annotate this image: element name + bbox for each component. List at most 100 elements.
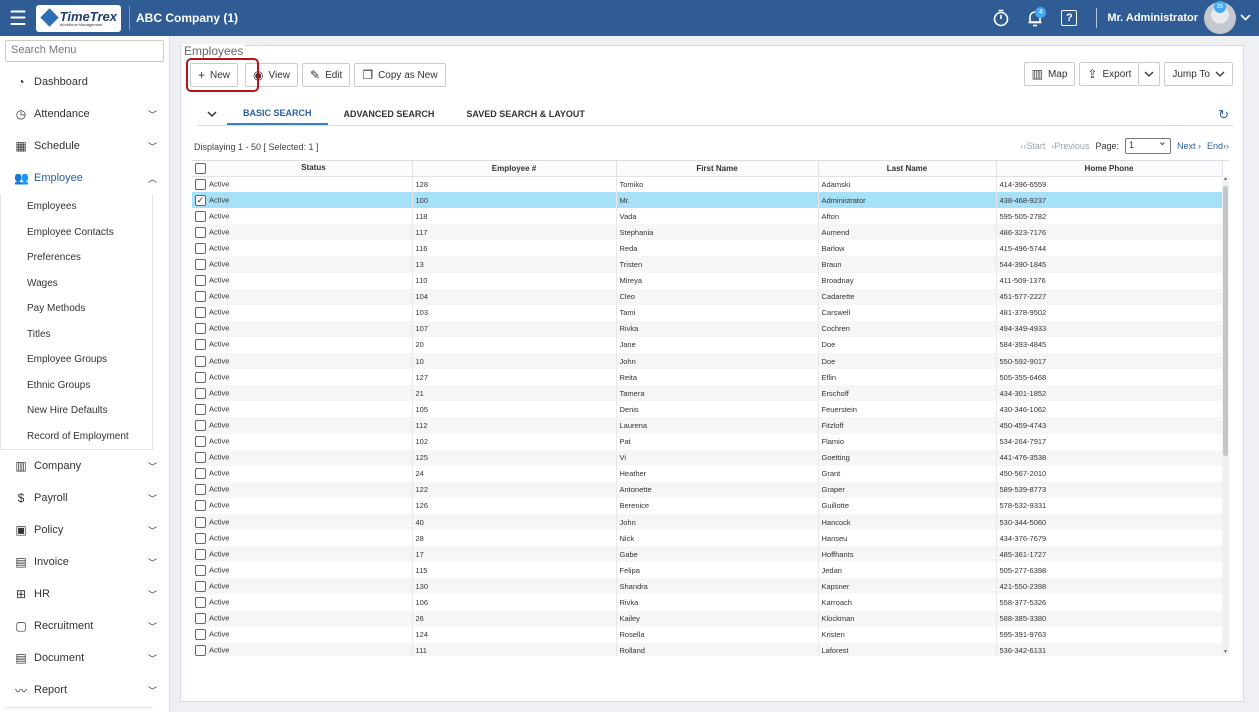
row-checkbox[interactable] [195, 307, 206, 319]
notification-bell-icon[interactable]: 4 [1018, 7, 1052, 27]
row-checkbox[interactable] [195, 339, 206, 351]
row-checkbox[interactable] [195, 371, 206, 383]
company-name[interactable]: ABC Company (1) [136, 11, 238, 25]
row-checkbox[interactable] [195, 452, 206, 464]
row-checkbox[interactable] [195, 275, 206, 287]
table-row[interactable]: Active 24 Heather Grant 450-567-2010 [192, 465, 1223, 482]
timer-icon[interactable] [984, 9, 1018, 27]
row-checkbox[interactable] [195, 613, 206, 625]
table-row[interactable]: Active 103 Tami Carswell 481-378-9502 [192, 304, 1223, 321]
tab-saved-search-layout[interactable]: SAVED SEARCH & LAYOUT [450, 103, 601, 125]
table-row[interactable]: Active 110 Mireya Broadnay 411-509-1376 [192, 272, 1223, 289]
table-row[interactable]: Active 117 Stephania Aumend 486-323-7176 [192, 224, 1223, 241]
scroll-up-icon[interactable]: ▲ [1222, 176, 1229, 182]
row-checkbox[interactable] [195, 178, 206, 190]
table-row[interactable]: Active 107 Rivka Cochren 494-349-4933 [192, 320, 1223, 337]
sidebar-subitem-employee-groups[interactable]: Employee Groups [1, 347, 152, 373]
table-row[interactable]: Active 122 Antonette Graper 589-539-8773 [192, 481, 1223, 498]
table-row[interactable]: Active 105 Denis Feuerstein 430-346-1062 [192, 401, 1223, 418]
row-checkbox[interactable] [195, 387, 206, 399]
row-checkbox[interactable] [195, 242, 206, 254]
sidebar-subitem-pay-methods[interactable]: Pay Methods [1, 296, 152, 322]
sidebar-subitem-record-of-employment[interactable]: Record of Employment [1, 424, 152, 450]
sidebar-subitem-wages[interactable]: Wages [1, 271, 152, 297]
avatar[interactable]: 35 [1204, 1, 1236, 34]
table-row[interactable]: Active 118 Vada Afton 595-505-2782 [192, 208, 1223, 225]
export-button[interactable]: ⇪ Export [1079, 62, 1139, 86]
column-header-first-name[interactable]: First Name [616, 161, 819, 177]
grid-scrollbar[interactable]: ▲ ▼ [1222, 176, 1229, 655]
sidebar-item-payroll[interactable]: $ Payroll ﹀ [0, 482, 169, 514]
table-row[interactable]: Active 20 Jane Doe 584-393-4845 [192, 336, 1223, 354]
sidebar-subitem-employee-contacts[interactable]: Employee Contacts [1, 220, 152, 246]
table-row[interactable]: Active 102 Pat Flamio 534-264-7917 [192, 433, 1223, 450]
sidebar-item-invoice[interactable]: ▤ Invoice ﹀ [0, 546, 169, 578]
row-checkbox[interactable]: ✓ [195, 194, 206, 206]
sidebar-subitem-preferences[interactable]: Preferences [1, 245, 152, 271]
table-row[interactable]: Active 126 Berenice Guillotte 578-532-9331 [192, 497, 1223, 514]
table-row[interactable]: Active 26 Kailey Klockman 588-385-3380 [192, 610, 1223, 627]
sidebar-item-employee[interactable]: 👥 Employee ︿ [0, 162, 169, 194]
sidebar-subitem-employees[interactable]: Employees [1, 194, 152, 220]
table-row[interactable]: Active 125 Vi Goetting 441-476-3538 [192, 449, 1223, 466]
edit-button[interactable]: ✎ Edit [302, 63, 351, 87]
table-row[interactable]: ✓ Active 100 Mr. Administrator 438-468-9237 [192, 192, 1223, 209]
next-link[interactable]: Next › [1177, 141, 1201, 151]
row-checkbox[interactable] [195, 548, 206, 560]
row-checkbox[interactable] [195, 629, 206, 641]
column-header-employee-number[interactable]: Employee # [412, 161, 617, 177]
sidebar-item-hr[interactable]: ⊞ HR ﹀ [0, 578, 169, 610]
sidebar-item-company[interactable]: ▥ Company ﹀ [0, 450, 169, 482]
row-checkbox[interactable] [195, 516, 206, 528]
sidebar-subitem-titles[interactable]: Titles [1, 322, 152, 348]
row-checkbox[interactable] [195, 226, 206, 238]
row-checkbox[interactable] [195, 500, 206, 512]
table-row[interactable]: Active 17 Gabe Hoffhants 485-361-1727 [192, 546, 1223, 563]
refresh-icon[interactable]: ↻ [1218, 107, 1229, 123]
row-checkbox[interactable] [195, 484, 206, 496]
table-row[interactable]: Active 130 Shandra Kapsner 421-550-2398 [192, 578, 1223, 595]
row-checkbox[interactable] [195, 355, 206, 367]
table-row[interactable]: Active 128 Tomiko Adamski 414-396-6559 [192, 176, 1223, 193]
table-row[interactable]: Active 124 Rosella Kristen 595-391-9763 [192, 626, 1223, 643]
export-dropdown-button[interactable] [1138, 62, 1161, 86]
hamburger-menu-icon[interactable]: ☰ [0, 0, 36, 36]
row-checkbox[interactable] [195, 468, 206, 480]
table-row[interactable]: Active 112 Laurena Fitzloff 450-459-4743 [192, 417, 1223, 434]
row-checkbox[interactable] [195, 645, 206, 656]
sidebar-item-dashboard[interactable]: ◔ Dashboard [0, 66, 169, 98]
row-checkbox[interactable] [195, 436, 206, 448]
column-header-last-name[interactable]: Last Name [818, 161, 997, 177]
table-row[interactable]: Active 106 Rivka Karroach 558-377-5326 [192, 594, 1223, 611]
row-checkbox[interactable] [195, 403, 206, 415]
user-name[interactable]: Mr. Administrator [1107, 12, 1198, 24]
row-checkbox[interactable] [195, 210, 206, 222]
sidebar-item-recruitment[interactable]: ▢ Recruitment ﹀ [0, 610, 169, 642]
tab-advanced-search[interactable]: ADVANCED SEARCH [328, 103, 451, 125]
table-row[interactable]: Active 13 Tristen Braun 544-390-1845 [192, 256, 1223, 273]
sidebar-item-report[interactable]: 〰 Report ﹀ [0, 674, 169, 706]
row-checkbox[interactable] [195, 323, 206, 335]
select-all-checkbox[interactable] [195, 162, 206, 174]
end-link[interactable]: End›› [1207, 141, 1229, 151]
column-header-status[interactable]: Status [192, 161, 413, 177]
help-icon[interactable]: ? [1052, 10, 1086, 26]
copy-as-new-button[interactable]: ❐ Copy as New [354, 63, 446, 87]
scroll-down-icon[interactable]: ▼ [1222, 649, 1229, 655]
row-checkbox[interactable] [195, 596, 206, 608]
column-header-home-phone[interactable]: Home Phone [996, 161, 1223, 177]
table-row[interactable]: Active 21 Tamera Erschoff 434-301-1852 [192, 385, 1223, 402]
row-checkbox[interactable] [195, 532, 206, 544]
scrollbar-thumb[interactable] [1223, 186, 1228, 456]
table-row[interactable]: Active 10 John Doe 550-592-9017 [192, 353, 1223, 370]
table-row[interactable]: Active 28 Nick Hanseu 434-376-7679 [192, 530, 1223, 547]
table-row[interactable]: Active 104 Cleo Cadarette 451-577-2227 [192, 288, 1223, 305]
row-checkbox[interactable] [195, 580, 206, 592]
user-menu-chevron-down-icon[interactable] [1240, 12, 1251, 24]
table-row[interactable]: Active 115 Felipa Jedan 505-277-6398 [192, 562, 1223, 579]
row-checkbox[interactable] [195, 419, 206, 431]
page-select[interactable]: 1 [1124, 135, 1171, 154]
table-row[interactable]: Active 116 Reda Barlow 415-496-5744 [192, 240, 1223, 257]
table-row[interactable]: Active 40 John Hancock 530-344-5060 [192, 513, 1223, 531]
sidebar-item-policy[interactable]: ▣ Policy ﹀ [0, 514, 169, 546]
